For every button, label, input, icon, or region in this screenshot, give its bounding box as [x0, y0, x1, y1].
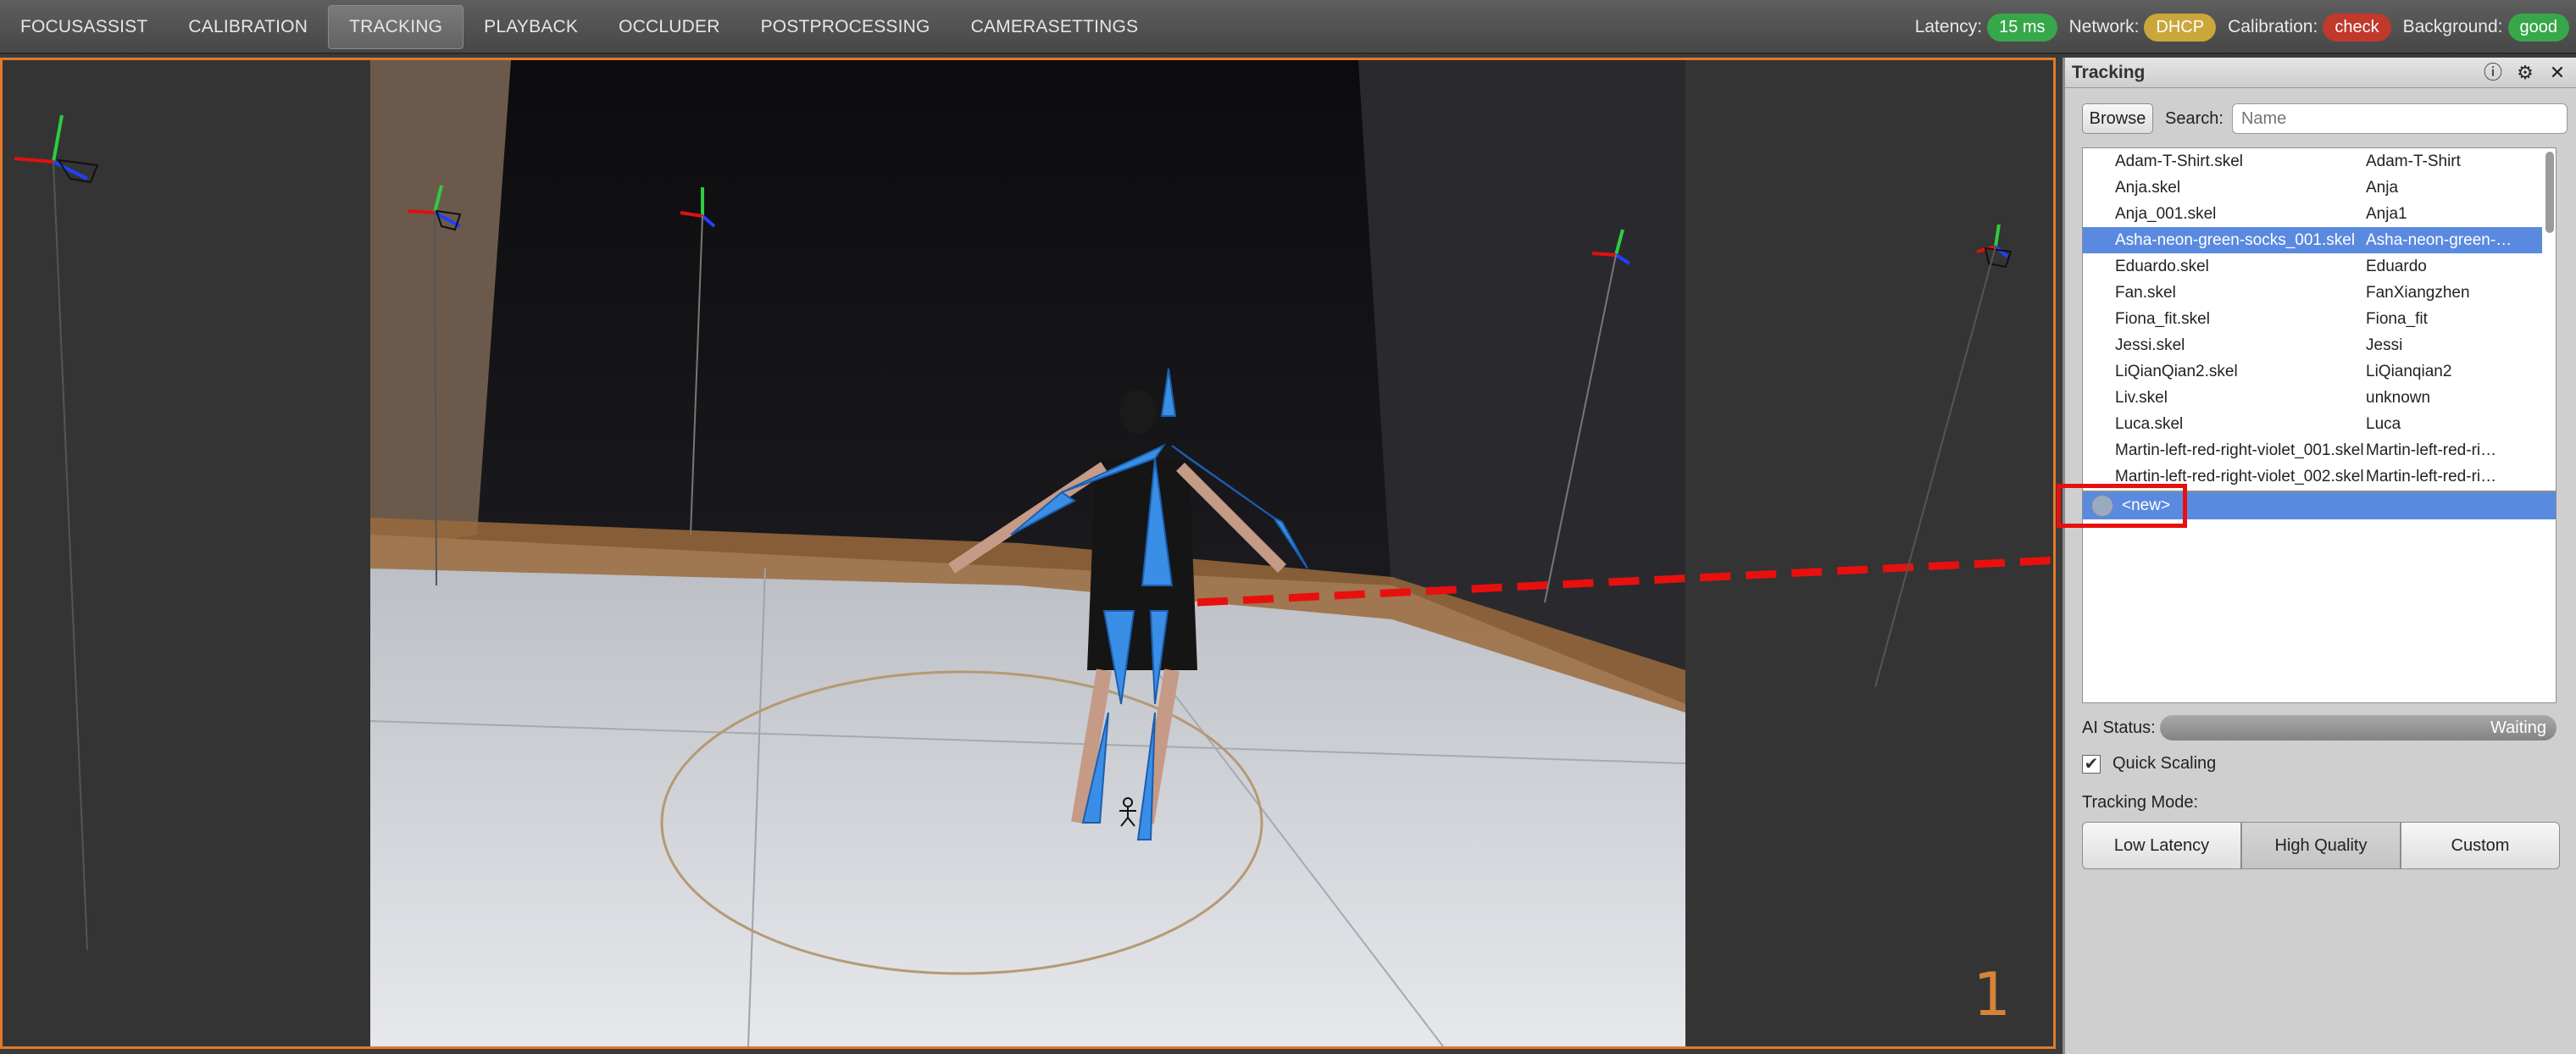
network-label: Network:: [2068, 17, 2140, 36]
list-item[interactable]: Liv.skel unknown: [2083, 385, 2542, 411]
skeleton-name: Luca: [2366, 414, 2401, 433]
skeleton-file: Fan.skel: [2115, 283, 2176, 302]
skeleton-file: Eduardo.skel: [2115, 257, 2209, 275]
viewport-margin-right: [1685, 60, 2053, 1046]
tracking-mode-label: Tracking Mode:: [2082, 793, 2199, 812]
panel-header: Tracking ⓘ ⚙ ✕: [2065, 58, 2576, 88]
list-item[interactable]: Martin-left-red-right-violet_001.skel Mar…: [2083, 437, 2542, 463]
viewport-margin-left: [3, 60, 370, 1046]
skeleton-list[interactable]: Adam-T-Shirt.skel Adam-T-Shirt Anja.skel A…: [2082, 147, 2557, 491]
skeleton-name: unknown: [2366, 388, 2431, 407]
skeleton-file: LiQianQian2.skel: [2115, 362, 2238, 380]
skeleton-name: LiQianqian2: [2366, 362, 2452, 380]
tab-tracking[interactable]: TRACKING: [328, 5, 464, 49]
mode-tabs: FOCUSASSIST CALIBRATION TRACKING PLAYBAC…: [0, 0, 1158, 54]
status-bar: Latency: 15 ms Network: DHCP Calibration…: [1903, 0, 2569, 54]
calibration-label: Calibration:: [2228, 17, 2318, 36]
latency-label: Latency:: [1914, 17, 1983, 36]
app-root: FOCUSASSIST CALIBRATION TRACKING PLAYBAC…: [0, 0, 2576, 1054]
ai-status-row: AI Status: Waiting: [2082, 715, 2557, 741]
list-item[interactable]: Fiona_fit.skel Fiona_fit: [2083, 306, 2542, 332]
skeleton-name: Martin-left-red-ri…: [2366, 441, 2497, 459]
skeleton-file: Fiona_fit.skel: [2115, 309, 2210, 328]
browse-button[interactable]: Browse: [2082, 103, 2153, 134]
skeleton-name: Adam-T-Shirt: [2366, 152, 2461, 170]
info-icon[interactable]: ⓘ: [2481, 61, 2505, 85]
search-input[interactable]: [2231, 103, 2568, 134]
skeleton-name: Fiona_fit: [2366, 309, 2428, 328]
camera-scene: [3, 60, 2053, 1046]
quick-scaling-checkbox[interactable]: ✔: [2082, 754, 2101, 774]
ai-status-label: AI Status:: [2082, 718, 2156, 737]
skeleton-file: Liv.skel: [2115, 388, 2168, 407]
skeleton-file: Martin-left-red-right-violet_001.skel: [2115, 441, 2364, 459]
tab-postprocessing[interactable]: POSTPROCESSING: [741, 0, 951, 54]
ai-status-bar: Waiting: [2160, 715, 2557, 741]
list-item[interactable]: Fan.skel FanXiangzhen: [2083, 280, 2542, 306]
list-item[interactable]: Adam-T-Shirt.skel Adam-T-Shirt: [2083, 148, 2542, 175]
list-item-selected[interactable]: Asha-neon-green-socks_001.skel Asha-neon-…: [2083, 227, 2542, 253]
skeleton-file: Anja_001.skel: [2115, 204, 2217, 223]
tab-camerasettings[interactable]: CAMERASETTINGS: [951, 0, 1159, 54]
search-row: Browse Search:: [2082, 103, 2568, 134]
skeleton-name: Eduardo: [2366, 257, 2427, 275]
list-item[interactable]: Eduardo.skel Eduardo: [2083, 253, 2542, 280]
gear-icon[interactable]: ⚙: [2513, 61, 2537, 85]
tab-occluder[interactable]: OCCLUDER: [598, 0, 740, 54]
callout-highlight-box: [2057, 484, 2187, 528]
close-icon[interactable]: ✕: [2545, 61, 2569, 85]
skeleton-name: Asha-neon-green-…: [2366, 230, 2512, 249]
background-badge: good: [2507, 13, 2569, 42]
skeleton-name: Anja1: [2366, 204, 2407, 223]
list-scrollbar[interactable]: [2545, 152, 2554, 233]
camera-image: [369, 60, 1686, 1046]
list-item[interactable]: Anja_001.skel Anja1: [2083, 201, 2542, 227]
list-item[interactable]: Luca.skel Luca: [2083, 411, 2542, 437]
skeleton-file: Luca.skel: [2115, 414, 2184, 433]
list-item[interactable]: Anja.skel Anja: [2083, 175, 2542, 201]
list-item[interactable]: LiQianQian2.skel LiQianqian2: [2083, 358, 2542, 385]
camera-number: 1: [1973, 960, 2011, 1029]
custom-button[interactable]: Custom: [2401, 822, 2560, 869]
quick-scaling-row: ✔ Quick Scaling: [2082, 754, 2216, 774]
skeleton-name: Jessi: [2366, 336, 2403, 354]
tab-calibration[interactable]: CALIBRATION: [168, 0, 328, 54]
skeleton-name: FanXiangzhen: [2366, 283, 2470, 302]
network-badge: DHCP: [2144, 13, 2217, 42]
quick-scaling-label: Quick Scaling: [2112, 754, 2217, 773]
low-latency-button[interactable]: Low Latency: [2082, 822, 2241, 869]
skeleton-name: Martin-left-red-ri…: [2366, 467, 2497, 485]
list-item[interactable]: Jessi.skel Jessi: [2083, 332, 2542, 358]
skeleton-file: Jessi.skel: [2115, 336, 2185, 354]
camera-viewport[interactable]: 1: [0, 58, 2056, 1049]
top-bar: FOCUSASSIST CALIBRATION TRACKING PLAYBAC…: [0, 0, 2576, 54]
skeleton-file: Adam-T-Shirt.skel: [2115, 152, 2243, 170]
tracking-mode-group: Low Latency High Quality Custom: [2082, 822, 2560, 869]
skeleton-file: Anja.skel: [2115, 178, 2181, 197]
search-label: Search:: [2165, 108, 2223, 128]
skeleton-name: Anja: [2366, 178, 2399, 197]
latency-badge: 15 ms: [1987, 13, 2057, 42]
tab-focusassist[interactable]: FOCUSASSIST: [0, 0, 168, 54]
background-label: Background:: [2402, 17, 2503, 36]
skeleton-file: Asha-neon-green-socks_001.skel: [2115, 230, 2356, 249]
tracking-panel: Tracking ⓘ ⚙ ✕ Browse Search: Adam-T-Shi…: [2062, 58, 2576, 1054]
high-quality-button[interactable]: High Quality: [2241, 822, 2401, 869]
tab-playback[interactable]: PLAYBACK: [464, 0, 598, 54]
calibration-badge[interactable]: check: [2323, 13, 2391, 42]
panel-title: Tracking: [2072, 62, 2146, 82]
